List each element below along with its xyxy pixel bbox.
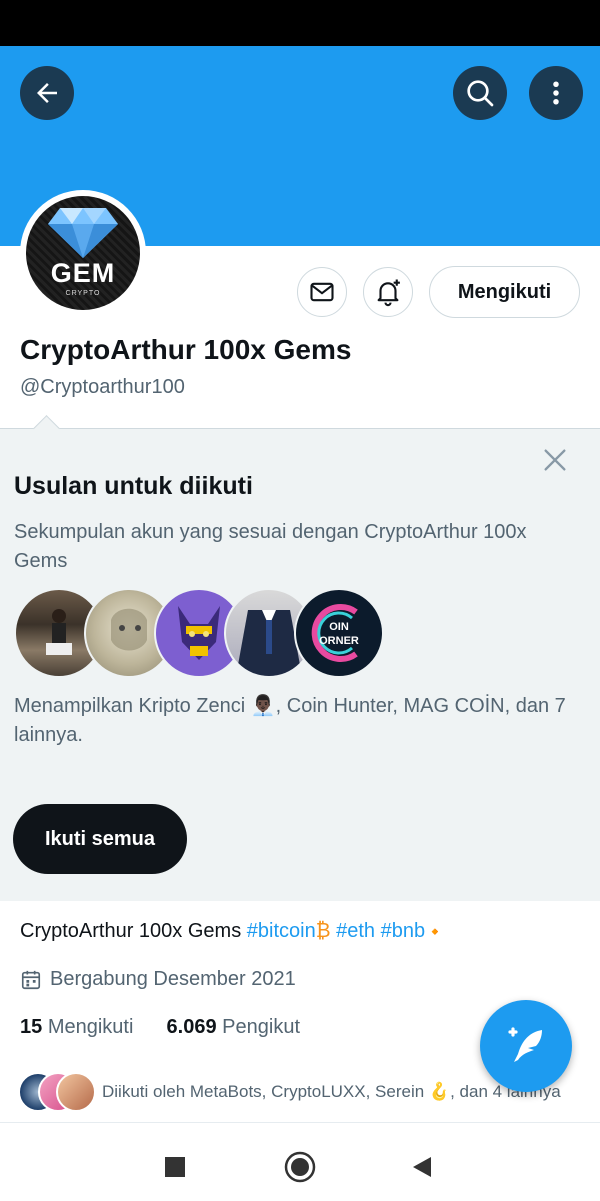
square-icon xyxy=(165,1157,185,1177)
coin-corner-label: OIN ORNER xyxy=(319,621,359,647)
diamond-icon xyxy=(48,208,118,258)
profile-bio: CryptoArthur 100x Gems #bitcoin₿ #eth #b… xyxy=(20,920,445,943)
search-icon xyxy=(467,80,494,107)
home-button[interactable] xyxy=(280,1147,320,1187)
compose-tweet-button[interactable] xyxy=(480,1000,572,1092)
mail-icon xyxy=(310,282,334,302)
hashtag-bnb[interactable]: #bnb xyxy=(381,920,426,942)
display-name: CryptoArthur 100x Gems xyxy=(20,334,352,365)
more-options-button[interactable] xyxy=(529,66,583,120)
followers-link[interactable]: 6.069 Pengikut xyxy=(167,1016,300,1038)
back-button[interactable] xyxy=(20,66,74,120)
joined-date: Bergabung Desember 2021 xyxy=(20,968,296,991)
bnb-emoji: 🔸 xyxy=(425,924,445,941)
avatar-image: GEM CRYPTO xyxy=(26,196,140,310)
bell-plus-icon xyxy=(377,279,400,307)
close-suggestions-button[interactable] xyxy=(539,444,571,476)
close-icon xyxy=(544,449,566,471)
suggestions-title: Usulan untuk diikuti xyxy=(14,472,253,500)
following-count: 15 xyxy=(20,1016,43,1038)
profile-avatar[interactable]: GEM CRYPTO xyxy=(20,190,146,316)
following-button[interactable]: Mengikuti xyxy=(429,266,580,318)
recents-button[interactable] xyxy=(155,1147,195,1187)
joined-text: Bergabung Desember 2021 xyxy=(50,968,296,990)
bitcoin-emoji: ₿ xyxy=(315,920,331,942)
back-arrow-icon xyxy=(37,83,57,103)
calendar-icon xyxy=(21,970,41,989)
triangle-back-icon xyxy=(413,1157,431,1177)
avatar-gem-label: GEM xyxy=(50,258,116,288)
followed-by-avatars xyxy=(18,1072,96,1112)
follower-avatar xyxy=(56,1072,96,1112)
search-button[interactable] xyxy=(453,66,507,120)
home-circle-icon xyxy=(284,1151,316,1183)
suggestions-description: Sekumpulan akun yang sesuai dengan Crypt… xyxy=(14,521,527,572)
suggested-avatar[interactable]: OIN ORNER xyxy=(294,588,384,678)
system-nav-bar xyxy=(0,1122,600,1201)
followed-by[interactable]: Diikuti oleh MetaBots, CryptoLUXX, Serei… xyxy=(18,1072,561,1112)
following-link[interactable]: 15 Mengikuti xyxy=(20,1016,133,1038)
suggestions-featured: Menampilkan Kripto Zenci 👨🏿‍💼, Coin Hunt… xyxy=(14,695,566,746)
status-bar xyxy=(0,0,600,46)
avatar-gem-sublabel: CRYPTO xyxy=(65,290,101,297)
bio-text: CryptoArthur 100x Gems xyxy=(20,920,242,942)
hashtag-bitcoin[interactable]: #bitcoin xyxy=(247,920,316,942)
followers-count: 6.069 xyxy=(166,1016,217,1038)
followed-by-text: Diikuti oleh MetaBots, CryptoLUXX, Serei… xyxy=(102,1082,561,1101)
profile-handle: @Cryptoarthur100 xyxy=(20,376,185,398)
more-vertical-icon xyxy=(553,81,559,105)
compose-feather-icon xyxy=(508,1027,542,1062)
nav-back-button[interactable] xyxy=(402,1147,442,1187)
message-button[interactable] xyxy=(297,267,347,317)
follow-all-button[interactable]: Ikuti semua xyxy=(13,804,187,874)
notification-button[interactable] xyxy=(363,267,413,317)
follow-stats: 15 Mengikuti 6.069 Pengikut xyxy=(20,1016,300,1039)
following-label: Mengikuti xyxy=(47,1016,134,1038)
hashtag-eth[interactable]: #eth xyxy=(336,920,375,942)
followers-label: Pengikut xyxy=(222,1016,301,1038)
